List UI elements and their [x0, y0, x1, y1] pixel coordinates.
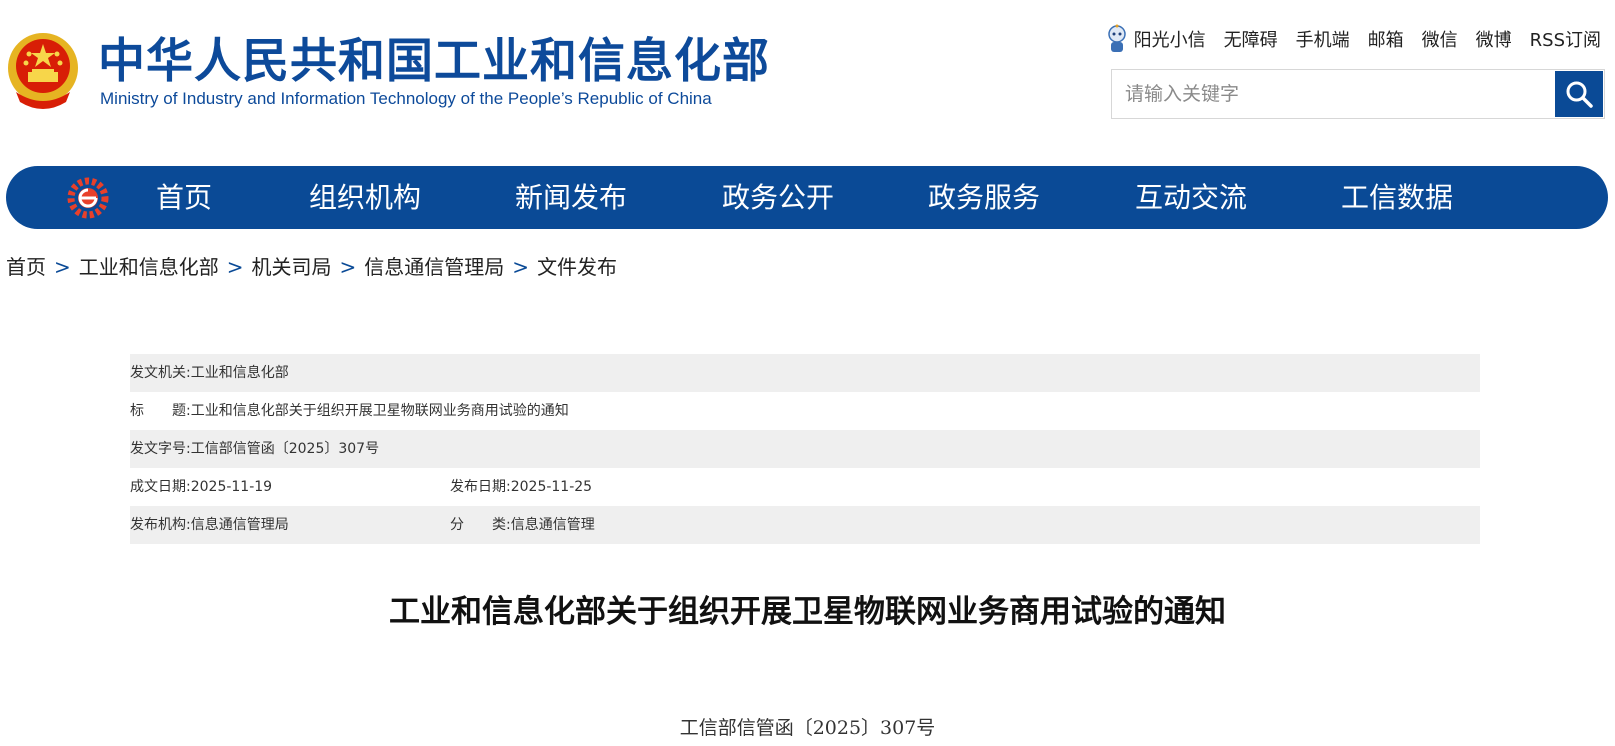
breadcrumb-ministry[interactable]: 工业和信息化部 — [79, 255, 219, 279]
doc-number-label: 发文字号: — [130, 441, 191, 457]
info-row-publisher: 发布机构:信息通信管理局 分 类:信息通信管理 — [130, 506, 1480, 544]
top-link-rss[interactable]: RSS订阅 — [1530, 26, 1601, 52]
miit-logo-icon[interactable] — [66, 176, 110, 220]
publish-date-value: 2025-11-25 — [510, 479, 593, 495]
nav-item-home[interactable]: 首页 — [156, 166, 212, 229]
category-value: 信息通信管理 — [510, 517, 595, 533]
doc-number-value: 工信部信管函〔2025〕307号 — [190, 441, 380, 457]
top-link-sunshine[interactable]: 阳光小信 — [1134, 26, 1206, 52]
issuer-label: 发文机关: — [130, 365, 191, 381]
search-box — [1111, 69, 1605, 119]
publisher-label: 发布机构: — [130, 517, 191, 533]
breadcrumb: 首页 > 工业和信息化部 > 机关司局 > 信息通信管理局 > 文件发布 — [6, 253, 617, 281]
publisher-cell: 发布机构:信息通信管理局 — [130, 506, 289, 544]
nav-item-data[interactable]: 工信数据 — [1341, 166, 1453, 229]
issuer-value: 工业和信息化部 — [190, 365, 289, 381]
document-number: 工信部信管函〔2025〕307号 — [679, 717, 936, 739]
breadcrumb-separator: > — [226, 255, 244, 279]
written-date-cell: 成文日期:2025-11-19 — [130, 468, 272, 506]
nav-item-organization[interactable]: 组织机构 — [309, 166, 421, 229]
search-icon — [1566, 81, 1593, 108]
main-nav: 首页 组织机构 新闻发布 政务公开 政务服务 互动交流 工信数据 — [6, 166, 1608, 229]
title-label: 标 题: — [130, 403, 191, 419]
top-links: 阳光小信 无障碍 手机端 邮箱 微信 微博 RSS订阅 — [1106, 24, 1601, 54]
breadcrumb-separator: > — [339, 255, 357, 279]
info-row-doc-number: 发文字号:工信部信管函〔2025〕307号 — [130, 430, 1480, 468]
top-link-weibo[interactable]: 微博 — [1476, 26, 1512, 52]
breadcrumb-info-comm-bureau[interactable]: 信息通信管理局 — [364, 255, 504, 279]
mascot-icon[interactable] — [1106, 24, 1128, 54]
top-link-mail[interactable]: 邮箱 — [1368, 26, 1404, 52]
category-label: 分 类: — [450, 517, 511, 533]
breadcrumb-file-release[interactable]: 文件发布 — [537, 255, 617, 279]
nav-item-news[interactable]: 新闻发布 — [515, 166, 627, 229]
publish-date-cell: 发布日期:2025-11-25 — [450, 468, 592, 506]
doc-number-cell: 发文字号:工信部信管函〔2025〕307号 — [130, 430, 379, 468]
info-row-dates: 成文日期:2025-11-19 发布日期:2025-11-25 — [130, 468, 1480, 506]
issuer-cell: 发文机关:工业和信息化部 — [130, 354, 289, 392]
info-row-issuer: 发文机关:工业和信息化部 — [130, 354, 1480, 392]
top-link-mobile[interactable]: 手机端 — [1296, 26, 1350, 52]
site-title[interactable]: 中华人民共和国工业和信息化部 — [98, 34, 770, 90]
site-header: 中华人民共和国工业和信息化部 Ministry of Industry and … — [0, 0, 1615, 150]
breadcrumb-separator: > — [512, 255, 530, 279]
nav-item-gov-services[interactable]: 政务服务 — [928, 166, 1040, 229]
category-cell: 分 类:信息通信管理 — [450, 506, 595, 544]
title-cell: 标 题:工业和信息化部关于组织开展卫星物联网业务商用试验的通知 — [130, 392, 569, 430]
document-info-table: 发文机关:工业和信息化部 标 题:工业和信息化部关于组织开展卫星物联网业务商用试… — [130, 354, 1480, 544]
breadcrumb-separator: > — [54, 255, 71, 279]
breadcrumb-home[interactable]: 首页 — [6, 255, 46, 279]
breadcrumb-departments[interactable]: 机关司局 — [252, 255, 332, 279]
title-value: 工业和信息化部关于组织开展卫星物联网业务商用试验的通知 — [190, 403, 569, 419]
nav-item-interaction[interactable]: 互动交流 — [1135, 166, 1247, 229]
written-date-value: 2025-11-19 — [190, 479, 273, 495]
national-emblem-icon[interactable] — [6, 30, 80, 112]
info-row-title: 标 题:工业和信息化部关于组织开展卫星物联网业务商用试验的通知 — [130, 392, 1480, 430]
site-subtitle: Ministry of Industry and Information Tec… — [100, 89, 712, 108]
top-link-wechat[interactable]: 微信 — [1422, 26, 1458, 52]
search-button[interactable] — [1555, 71, 1603, 117]
top-link-accessibility[interactable]: 无障碍 — [1224, 26, 1278, 52]
document-title: 工业和信息化部关于组织开展卫星物联网业务商用试验的通知 — [389, 594, 1226, 630]
nav-item-gov-affairs[interactable]: 政务公开 — [722, 166, 834, 229]
search-input[interactable] — [1113, 71, 1553, 117]
publish-date-label: 发布日期: — [450, 479, 511, 495]
publisher-value: 信息通信管理局 — [190, 517, 289, 533]
written-date-label: 成文日期: — [130, 479, 191, 495]
